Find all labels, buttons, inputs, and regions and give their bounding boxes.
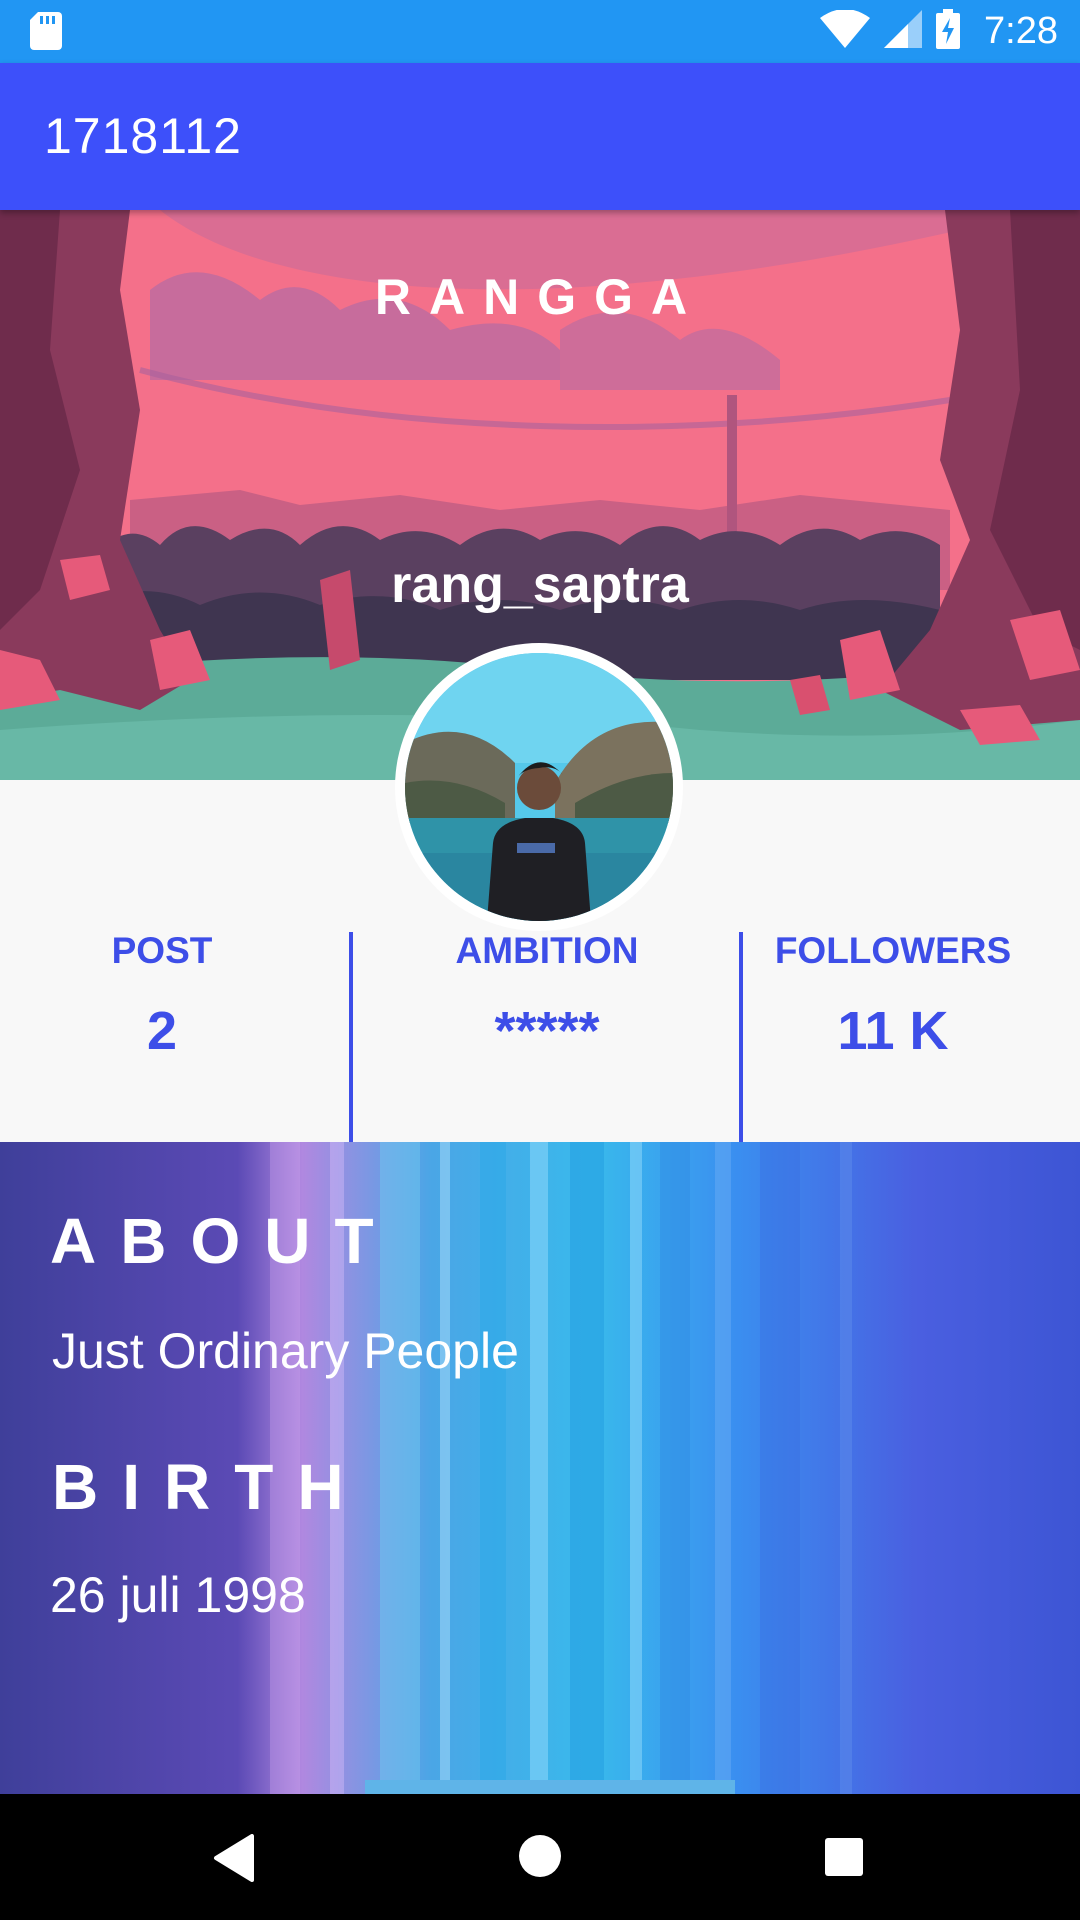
stat-label: POST [111, 930, 213, 971]
about-section: ABOUT Just Ordinary People BIRTH 26 juli… [0, 1142, 1080, 1794]
stat-label: AMBITION [455, 930, 639, 971]
stat-value: 11 K [837, 1001, 949, 1061]
avatar-photo [405, 653, 673, 921]
stat-ambition[interactable]: AMBITION ***** [353, 930, 741, 1062]
app-title: 1718112 [44, 108, 242, 164]
avatar[interactable] [395, 643, 683, 931]
wifi-icon [820, 9, 871, 53]
home-icon[interactable] [518, 1834, 562, 1883]
profile-username: rang_saptra [391, 556, 689, 614]
stat-label: FOLLOWERS [774, 930, 1012, 971]
profile-name: RANGGA [374, 269, 706, 325]
battery-charging-icon [936, 9, 961, 54]
sd-card-icon [30, 12, 62, 55]
about-heading: ABOUT [50, 1205, 398, 1277]
app-bar: 1718112 [0, 63, 1080, 210]
stat-value: 2 [146, 1001, 178, 1061]
signal-icon [884, 10, 923, 53]
stat-value: ***** [494, 1001, 600, 1061]
scroll-indicator[interactable] [365, 1780, 735, 1794]
stat-post[interactable]: POST 2 [0, 930, 324, 1062]
navigation-bar [0, 1794, 1080, 1920]
recents-icon[interactable] [824, 1837, 864, 1882]
status-bar: 7:28 [0, 0, 1080, 63]
about-text: Just Ordinary People [52, 1323, 519, 1379]
birth-text: 26 juli 1998 [50, 1567, 306, 1623]
back-icon[interactable] [212, 1834, 254, 1887]
stat-followers[interactable]: FOLLOWERS 11 K [743, 930, 1043, 1062]
status-time: 7:28 [984, 10, 1058, 52]
birth-heading: BIRTH [52, 1451, 368, 1523]
